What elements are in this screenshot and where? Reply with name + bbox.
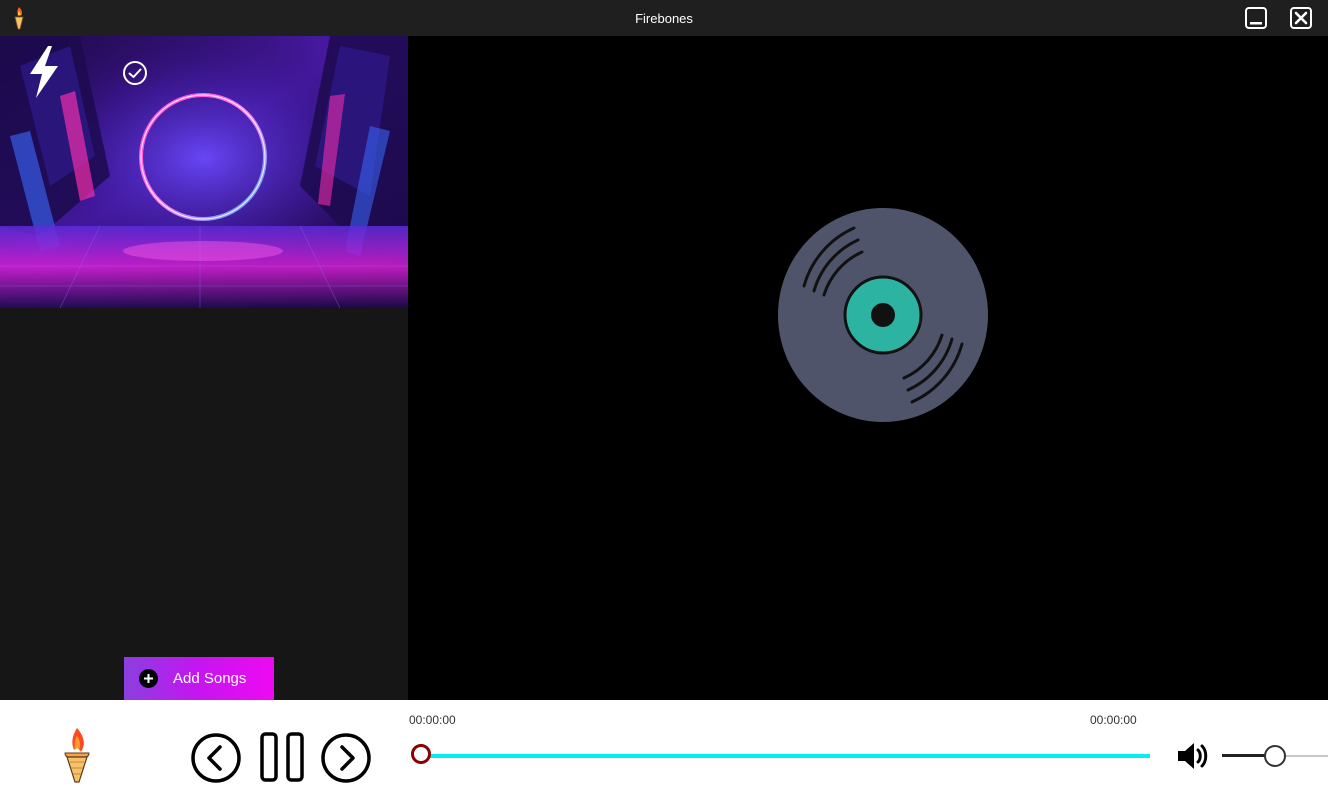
banner-image (0, 36, 408, 308)
elapsed-time: 00:00:00 (409, 713, 456, 727)
add-songs-button[interactable]: Add Songs (124, 657, 274, 700)
main-panel (408, 36, 1328, 700)
close-icon[interactable] (1289, 6, 1313, 30)
torch-icon (64, 728, 90, 783)
pause-icon[interactable] (256, 731, 308, 783)
volume-icon[interactable] (1176, 740, 1212, 772)
progress-track[interactable] (418, 754, 1150, 758)
total-time: 00:00:00 (1090, 713, 1137, 727)
vinyl-record-icon (778, 208, 988, 422)
window-title: Firebones (635, 11, 693, 26)
chevron-right-icon[interactable] (320, 732, 372, 784)
player-bar: 00:00:00 00:00:00 (0, 700, 1328, 800)
minimize-icon[interactable] (1244, 6, 1268, 30)
sidebar: Add Songs (0, 36, 408, 700)
title-bar: Firebones (0, 0, 1328, 36)
volume-thumb[interactable] (1264, 745, 1286, 767)
check-circle-icon[interactable] (122, 60, 148, 86)
progress-thumb[interactable] (411, 744, 431, 764)
progress-slider[interactable] (408, 743, 1150, 769)
add-songs-label: Add Songs (173, 670, 247, 687)
lightning-bolt-icon[interactable] (22, 44, 66, 100)
volume-slider[interactable] (1222, 743, 1328, 769)
chevron-left-icon[interactable] (190, 732, 242, 784)
plus-circle-icon (139, 669, 158, 688)
